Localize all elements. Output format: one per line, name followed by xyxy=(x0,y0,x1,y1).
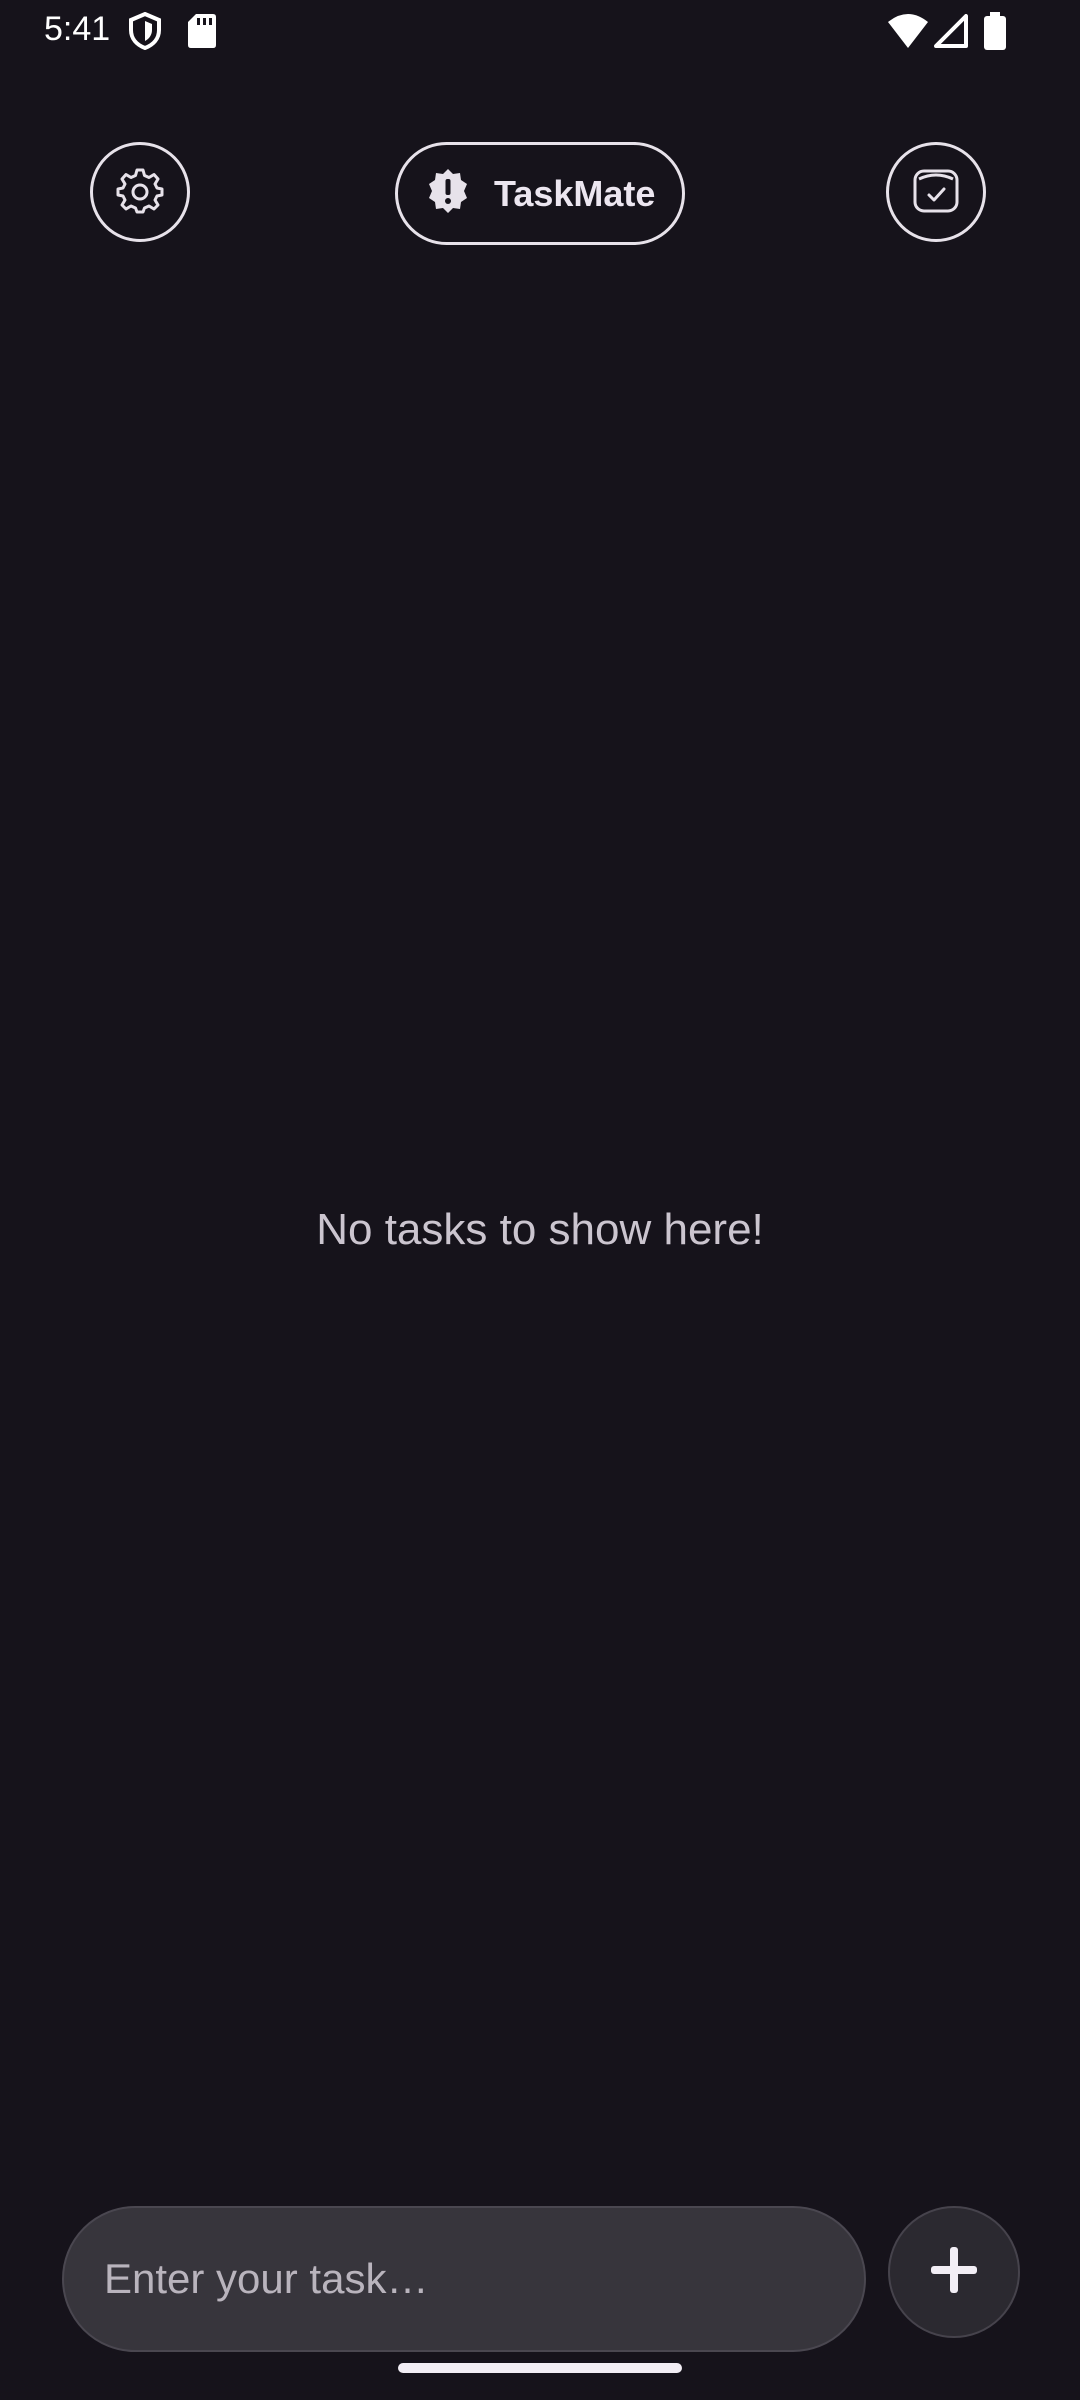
gear-icon xyxy=(116,166,164,219)
task-input[interactable] xyxy=(62,2206,866,2352)
calendar-button[interactable] xyxy=(886,142,986,242)
plus-icon xyxy=(929,2245,979,2300)
app-title: TaskMate xyxy=(494,172,656,214)
status-time: 5:41 xyxy=(44,10,111,48)
status-bar: 5:41 xyxy=(0,0,1080,64)
settings-button[interactable] xyxy=(90,142,190,242)
alert-badge-icon xyxy=(424,167,472,220)
home-indicator[interactable] xyxy=(398,2363,682,2373)
shield-icon xyxy=(128,11,162,55)
empty-state-message: No tasks to show here! xyxy=(316,1205,764,1254)
calendar-check-icon xyxy=(911,165,961,220)
add-task-button[interactable] xyxy=(888,2206,1020,2338)
signal-icon xyxy=(934,14,968,53)
sd-card-icon xyxy=(188,14,216,53)
battery-icon xyxy=(984,12,1006,55)
wifi-icon xyxy=(888,14,928,53)
app-title-chip[interactable]: TaskMate xyxy=(395,142,685,245)
